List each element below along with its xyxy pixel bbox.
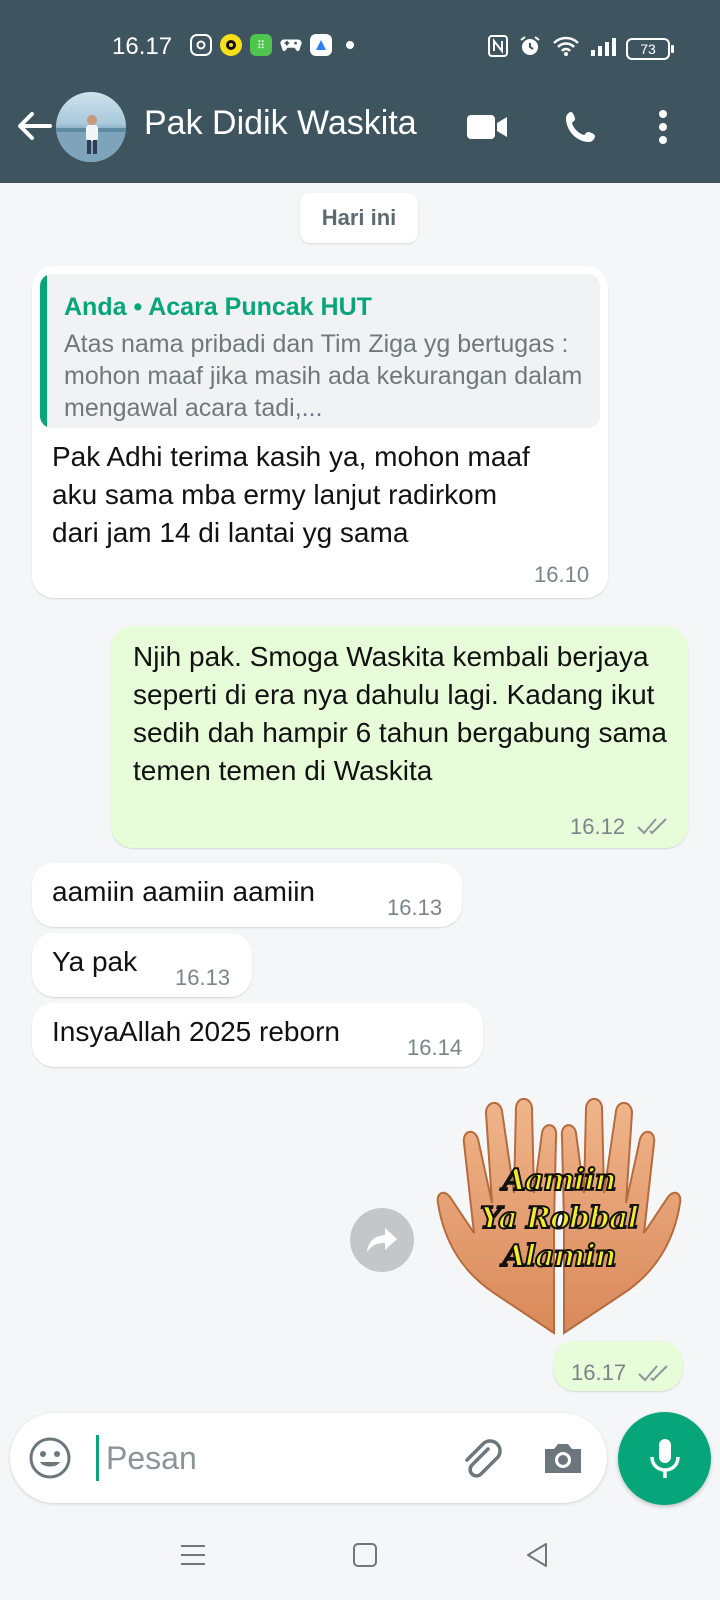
nfc-icon	[488, 35, 508, 62]
quote-author: Anda • Acara Puncak HUT	[64, 293, 372, 321]
sticker-time-chip: 16.17	[553, 1341, 683, 1391]
double-check-icon	[637, 1355, 671, 1393]
alarm-icon	[518, 34, 542, 63]
attach-button[interactable]	[458, 1435, 504, 1481]
emoji-button[interactable]	[28, 1436, 72, 1480]
instagram-icon	[190, 34, 212, 56]
notification-dot	[346, 41, 354, 49]
square-icon	[353, 1543, 377, 1567]
app-bar: Pak Didik Waskita	[0, 88, 720, 168]
system-back-button[interactable]	[507, 1530, 567, 1580]
message-bubble-incoming[interactable]: Anda • Acara Puncak HUT Atas nama pribad…	[32, 266, 608, 598]
recent-apps-button[interactable]	[163, 1530, 223, 1580]
forward-arrow-icon	[367, 1228, 397, 1252]
more-vertical-icon	[659, 110, 667, 144]
quote-bar	[40, 274, 47, 428]
status-bar: 16.17 ⠿ 73	[0, 30, 720, 70]
video-camera-icon	[467, 115, 507, 139]
message-text: Ya pak	[52, 946, 138, 977]
message-text: aamiin aamiin aamiin	[52, 876, 316, 907]
status-icons-left: ⠿	[190, 34, 354, 56]
paperclip-icon	[465, 1439, 502, 1478]
message-bubble-outgoing[interactable]: Njih pak. Smoga Waskita kembali berjaya …	[111, 626, 688, 848]
sticker-text-line: Aamiin	[501, 1162, 617, 1199]
avatar[interactable]	[56, 92, 126, 162]
quoted-message[interactable]: Anda • Acara Puncak HUT Atas nama pribad…	[40, 274, 600, 428]
signal-icon	[590, 36, 616, 61]
camera-button[interactable]	[540, 1435, 586, 1481]
message-bubble-incoming[interactable]: InsyaAllah 2025 reborn 16.14	[32, 1003, 483, 1067]
message-text: Njih pak. Smoga Waskita kembali berjaya …	[133, 641, 667, 786]
message-bubble-incoming[interactable]: aamiin aamiin aamiin 16.13	[32, 863, 462, 927]
sticker[interactable]: Aamiin Ya Robbal Alamin	[434, 1093, 684, 1338]
quote-text: Atas nama pribadi dan Tim Ziga yg bertug…	[64, 330, 583, 422]
voice-call-button[interactable]	[556, 102, 606, 152]
status-icons-right: 73	[488, 34, 674, 63]
contact-name[interactable]: Pak Didik Waskita	[144, 104, 417, 143]
message-input[interactable]	[96, 1433, 436, 1483]
emoji-icon	[29, 1437, 71, 1479]
media-app-icon	[220, 34, 242, 56]
message-bubble-incoming[interactable]: Ya pak 16.13	[32, 933, 252, 997]
microphone-icon	[649, 1438, 680, 1478]
more-options-button[interactable]	[638, 102, 688, 152]
video-call-button[interactable]	[462, 102, 512, 152]
sticker-text-line: Ya Robbal	[479, 1200, 640, 1237]
message-text: Pak Adhi terima kasih ya, mohon maaf aku…	[52, 441, 530, 548]
double-check-icon	[636, 808, 670, 846]
triangle-back-icon	[527, 1543, 547, 1567]
arrow-left-icon	[18, 112, 52, 140]
wifi-icon	[552, 35, 580, 62]
green-app-icon: ⠿	[250, 34, 272, 56]
message-time: 16.12	[570, 814, 626, 839]
sticker-text-line: Alamin	[501, 1238, 617, 1275]
message-time: 16.14	[407, 1035, 463, 1060]
chat-header: 16.17 ⠿ 73 Pak Didik Waskita	[0, 0, 720, 183]
home-button[interactable]	[335, 1530, 395, 1580]
blue-app-icon	[310, 34, 332, 56]
message-time: 16.17	[571, 1360, 627, 1385]
chat-area[interactable]: Hari ini Anda • Acara Puncak HUT Atas na…	[0, 183, 720, 1398]
status-time: 16.17	[112, 33, 173, 60]
forward-button[interactable]	[350, 1208, 414, 1272]
system-navigation-bar	[0, 1520, 720, 1600]
voice-record-button[interactable]	[618, 1412, 711, 1505]
message-time: 16.10	[534, 562, 590, 587]
message-time: 16.13	[175, 965, 231, 990]
message-text: InsyaAllah 2025 reborn	[52, 1016, 340, 1047]
message-input-bar	[10, 1413, 607, 1503]
back-button[interactable]	[14, 106, 54, 146]
camera-icon	[545, 1444, 581, 1473]
date-chip: Hari ini	[300, 193, 418, 243]
menu-lines-icon	[181, 1545, 205, 1565]
phone-icon	[566, 112, 595, 142]
gamepad-icon	[280, 34, 302, 56]
message-time: 16.13	[387, 895, 443, 920]
battery-icon: 73	[626, 37, 674, 60]
